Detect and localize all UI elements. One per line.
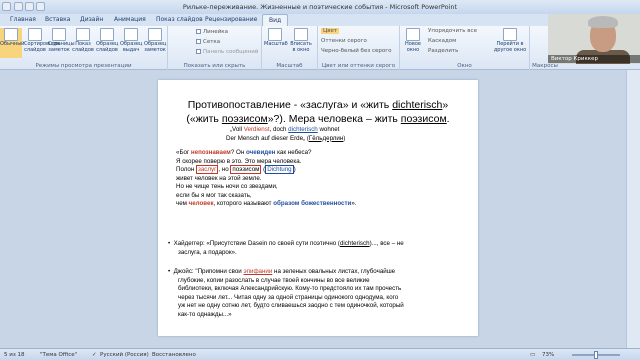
normal-view-icon xyxy=(4,28,18,41)
status-bar: 5 из 18 "Тема Office" ✓ Русский (Россия)… xyxy=(0,348,640,360)
language-icon[interactable]: ✓ xyxy=(92,352,97,358)
sorter-view-button[interactable]: Сортировщик слайдов xyxy=(24,28,60,53)
zoom-level[interactable]: 73% xyxy=(542,352,554,358)
grid-checkbox[interactable]: Сетка xyxy=(196,39,220,45)
group-window: Новое окно Упорядочить все Каскадом Разд… xyxy=(400,26,530,70)
bullet-heidegger: • Хайдеггер: «Присутствие Dasein по свое… xyxy=(168,240,404,256)
split-button[interactable]: Разделить xyxy=(428,48,458,54)
tab-slideshow[interactable]: Показ слайдов xyxy=(156,16,203,23)
tab-insert[interactable]: Вставка xyxy=(45,16,70,23)
ribbon: Обычный Сортировщик слайдов Страницы зам… xyxy=(0,26,640,70)
group-views: Обычный Сортировщик слайдов Страницы зам… xyxy=(0,26,168,70)
recovery-state: Восстановлено xyxy=(152,352,196,358)
arrange-all-button[interactable]: Упорядочить все xyxy=(428,28,477,34)
language[interactable]: Русский (Россия) xyxy=(100,352,149,358)
cascade-button[interactable]: Каскадом xyxy=(428,38,456,44)
german-quote: „Voll Verdienst, doch dichterisch wohnet… xyxy=(226,126,346,142)
notes-page-button[interactable]: Страницы заметок xyxy=(48,28,75,53)
slide-master-icon xyxy=(100,28,114,41)
theme-name: "Тема Office" xyxy=(40,352,78,358)
switch-window-icon xyxy=(503,28,517,41)
group-zoom: Масштаб Вписать в окно Масштаб xyxy=(262,26,318,70)
poem-block: «Бог непознаваем? Он очевиден как небеса… xyxy=(176,149,357,207)
notes-master-icon xyxy=(148,28,162,41)
zoom-icon xyxy=(268,28,282,41)
notes-master-button[interactable]: Образец заметок xyxy=(144,28,166,53)
handout-master-icon xyxy=(124,28,138,41)
group-color: Цвет Оттенки серого Черно-белый без серо… xyxy=(318,26,400,70)
normal-view-button[interactable]: Обычный xyxy=(0,28,24,58)
slide-title: Противопоставление - «заслуга» и «жить d… xyxy=(186,99,450,125)
slideshow-icon xyxy=(76,28,90,41)
slide-master-button[interactable]: Образец слайдов xyxy=(96,28,118,53)
pure-bw-button[interactable]: Черно-белый без серого xyxy=(321,48,392,54)
title-bar: Рильке-переживание. Жизненные и поэтичес… xyxy=(0,0,640,14)
slide[interactable]: Противопоставление - «заслуга» и «жить d… xyxy=(158,80,478,336)
switch-window-button[interactable]: Перейти в другое окно xyxy=(492,28,528,53)
bullet-joyce: • Джойс: "Припомни свои эпифании на зеле… xyxy=(168,268,404,318)
group-show: Линейка Сетка Панель сообщений Показать … xyxy=(168,26,262,70)
handout-master-button[interactable]: Образец выдач xyxy=(120,28,142,53)
ruler-checkbox[interactable]: Линейка xyxy=(196,29,228,35)
color-button[interactable]: Цвет xyxy=(321,28,340,34)
fit-window-icon xyxy=(294,28,308,41)
grayscale-button[interactable]: Оттенки серого xyxy=(321,38,367,44)
presenter-hair xyxy=(588,16,618,28)
ribbon-tabs: Главная Вставка Дизайн Анимация Показ сл… xyxy=(0,14,640,26)
window-title: Рильке-переживание. Жизненные и поэтичес… xyxy=(182,3,458,11)
tab-design[interactable]: Дизайн xyxy=(80,16,103,23)
new-window-icon xyxy=(406,28,420,41)
vertical-scrollbar[interactable] xyxy=(626,70,640,348)
slide-counter: 5 из 18 xyxy=(4,352,25,358)
fit-window-button[interactable]: Вписать в окно xyxy=(290,28,312,53)
tab-home[interactable]: Главная xyxy=(10,16,36,23)
view-normal-icon[interactable]: ▭ xyxy=(530,352,535,358)
sorter-view-icon xyxy=(28,28,42,41)
slideshow-button[interactable]: Показ слайдов xyxy=(72,28,94,53)
tab-view[interactable]: Вид xyxy=(262,14,289,26)
zoom-button[interactable]: Масштаб xyxy=(264,28,288,48)
notes-page-icon xyxy=(52,28,66,41)
tab-animation[interactable]: Анимация xyxy=(114,16,146,23)
new-window-button[interactable]: Новое окно xyxy=(402,28,424,53)
presenter-name: Виктор Криккер xyxy=(548,55,640,63)
message-bar-checkbox[interactable]: Панель сообщений xyxy=(196,49,258,55)
zoom-slider-knob[interactable] xyxy=(594,351,598,359)
webcam-overlay: Виктор Криккер xyxy=(548,14,640,64)
tab-review[interactable]: Рецензирование xyxy=(205,16,257,23)
